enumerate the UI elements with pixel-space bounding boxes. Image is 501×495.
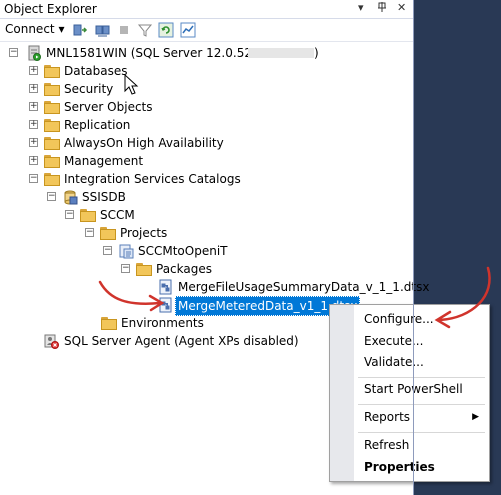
- right-annotation-arrow-icon: [434, 266, 491, 329]
- left-annotation-arrow-icon: [98, 280, 165, 312]
- annotation-arrows: [98, 266, 491, 329]
